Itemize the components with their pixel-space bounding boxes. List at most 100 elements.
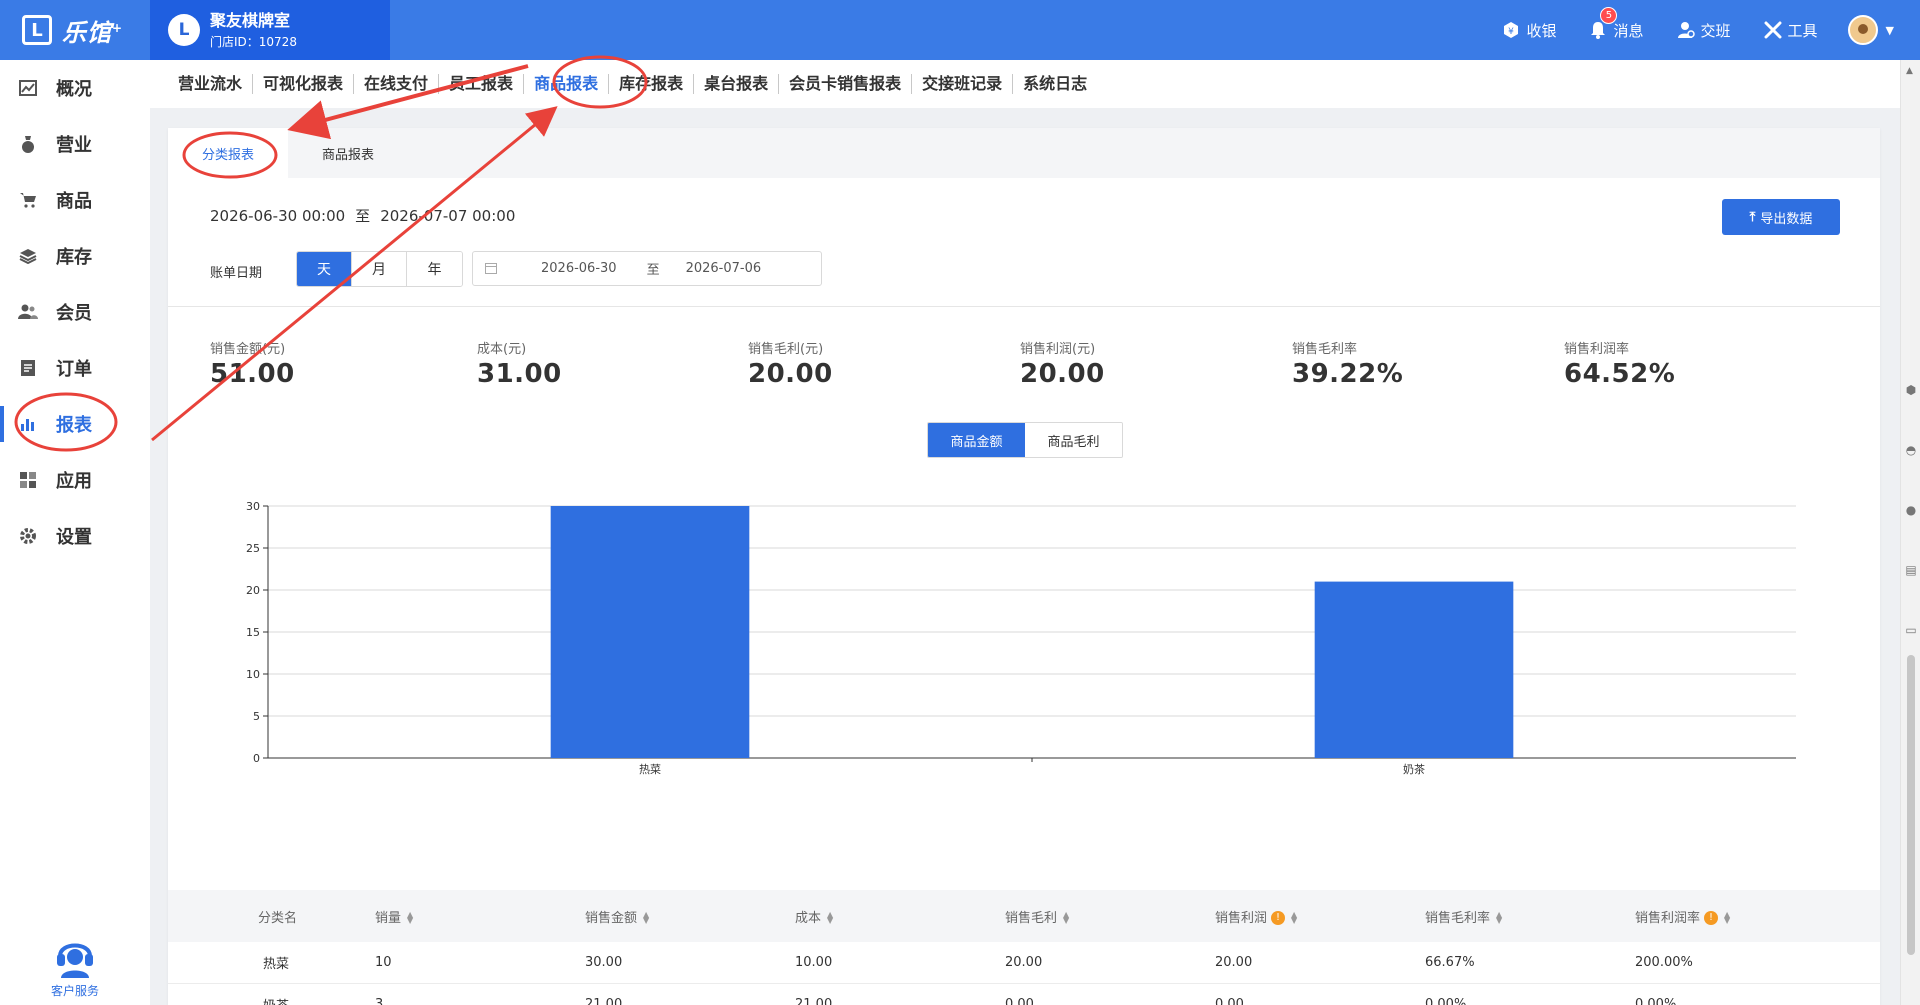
sidebar-item-inventory[interactable]: 库存 — [0, 228, 150, 284]
table-cell: 66.67% — [1425, 955, 1475, 970]
sidebar-item-member[interactable]: 会员 — [0, 284, 150, 340]
sidebar-item-settings[interactable]: 设置 — [0, 508, 150, 564]
subtab-category-report[interactable]: 分类报表 — [168, 128, 288, 178]
service-bell-icon[interactable]: ◓ — [1902, 420, 1920, 480]
sidebar-item-label: 订单 — [56, 359, 92, 380]
table-cell: 0.00% — [1425, 997, 1467, 1005]
brand-name: 乐馆+ — [62, 18, 124, 47]
stat-label: 销售利润率 — [1564, 342, 1630, 357]
sidebar-item-business[interactable]: 营业 — [0, 116, 150, 172]
sidebar-item-goods[interactable]: 商品 — [0, 172, 150, 228]
cashier-button[interactable]: ¥ 收银 — [1501, 20, 1556, 41]
sidebar-item-overview[interactable]: 概况 — [0, 60, 150, 116]
table-cell: 21.00 — [795, 997, 833, 1005]
stat-value: 31.00 — [477, 359, 562, 389]
sort-icon[interactable]: ▲ ▼ — [643, 911, 649, 925]
sidebar-item-apps[interactable]: 应用 — [0, 452, 150, 508]
stat-gross-profit: 销售毛利(元) 20.00 — [748, 338, 833, 389]
stat-value: 64.52% — [1564, 359, 1676, 389]
tab-goods-report[interactable]: 商品报表 — [524, 74, 610, 94]
granularity-toggle: 天 月 年 — [296, 251, 463, 287]
column-header[interactable]: 销售毛利率 ▲ ▼ — [1425, 907, 1635, 926]
member-icon — [18, 302, 38, 322]
sort-icon[interactable]: ▲ ▼ — [1724, 911, 1730, 925]
warning-icon[interactable]: ! — [1704, 911, 1719, 925]
date-range-picker[interactable]: 2026-06-30 至 2026-07-06 — [472, 251, 822, 286]
tab-system-log[interactable]: 系统日志 — [1013, 74, 1097, 94]
scroll-up-icon[interactable]: ▲ — [1906, 66, 1913, 76]
sort-icon[interactable]: ▲ ▼ — [827, 911, 833, 925]
tab-visual-report[interactable]: 可视化报表 — [253, 74, 355, 94]
column-header[interactable]: 销售毛利 ▲ ▼ — [1005, 907, 1215, 926]
shift-handover-button[interactable]: 交班 — [1676, 20, 1731, 41]
granularity-month-button[interactable]: 月 — [352, 252, 407, 286]
column-header[interactable]: 销售利润! ▲ ▼ — [1215, 907, 1425, 926]
caret-down-icon[interactable]: ▼ — [1886, 24, 1894, 37]
table-row: 热菜 10 30.00 10.00 20.00 20.00 66.67% 200.00% — [168, 942, 1880, 984]
store-switcher[interactable]: L 聚友棋牌室 门店ID：10728 — [150, 0, 390, 60]
sidebar-item-label: 商品 — [56, 191, 92, 212]
divider — [168, 306, 1880, 307]
tab-table-report[interactable]: 桌台报表 — [694, 74, 780, 94]
column-header[interactable]: 成本 ▲ ▼ — [795, 907, 1005, 926]
date-start-field[interactable]: 2026-06-30 — [541, 261, 617, 276]
messages-button[interactable]: 5 消息 — [1588, 6, 1644, 41]
tab-staff-report[interactable]: 员工报表 — [439, 74, 525, 94]
table-cell: 3 — [375, 997, 384, 1005]
users-icon[interactable]: ● — [1902, 480, 1920, 540]
warning-icon[interactable]: ! — [1271, 911, 1286, 925]
sidebar-item-label: 报表 — [56, 415, 92, 436]
tab-shift-records[interactable]: 交接班记录 — [912, 74, 1014, 94]
date-range-text: 2026-06-30 00:00 至 2026-07-07 00:00 — [210, 205, 515, 226]
stat-label: 销售毛利率 — [1292, 342, 1358, 357]
sort-icon[interactable]: ▲ ▼ — [1496, 911, 1502, 925]
bar — [550, 506, 750, 758]
tab-inventory-report[interactable]: 库存报表 — [609, 74, 695, 94]
brand-logo[interactable]: L 乐馆+ — [0, 0, 150, 60]
date-end-field[interactable]: 2026-07-06 — [686, 261, 762, 276]
column-header-label: 销售利润率 — [1635, 910, 1701, 926]
table-cell: 20.00 — [1215, 955, 1253, 970]
sort-icon[interactable]: ▲ ▼ — [1063, 911, 1069, 925]
table-cell: 30.00 — [585, 955, 623, 970]
column-header[interactable]: 销售金额 ▲ ▼ — [585, 907, 795, 926]
order-icon — [18, 358, 38, 378]
user-avatar[interactable] — [1847, 15, 1878, 45]
category-bar-chart: 0 5 10 15 20 25 30 热菜 奶茶 — [246, 500, 1796, 776]
card-icon[interactable]: ▭ — [1902, 600, 1920, 660]
table-cell: 20.00 — [1005, 955, 1043, 970]
scrollbar-thumb[interactable] — [1907, 655, 1915, 955]
export-data-button[interactable]: ⤒ 导出数据 — [1722, 199, 1840, 235]
message-count-badge: 5 — [1600, 6, 1618, 24]
column-header-label: 销售金额 — [585, 910, 638, 926]
table-row: 奶茶3 21.00 21.00 0.00 0.00 0.00% 0.00% — [168, 984, 1880, 1005]
category-table: 分类名 销量 ▲ ▼ 销售金额 ▲ ▼ 成本 ▲ ▼ 销售毛利 ▲ ▼ 销售利润! ▲ ▼ 销售毛利率 ▲ ▼ 销售利… — [168, 890, 1880, 1005]
cube-icon[interactable]: ⬢ — [1902, 360, 1920, 420]
column-header[interactable]: 销售利润率! ▲ ▼ — [1635, 907, 1880, 926]
x-tick-label: 奶茶 — [1403, 762, 1425, 776]
settings-icon — [18, 526, 38, 546]
tab-business-flow[interactable]: 营业流水 — [168, 74, 254, 94]
export-label: 导出数据 — [1760, 211, 1813, 227]
metric-amount-button[interactable]: 商品金额 — [928, 423, 1025, 457]
stat-label: 销售毛利(元) — [748, 342, 824, 357]
granularity-year-button[interactable]: 年 — [407, 252, 462, 286]
tools-button[interactable]: 工具 — [1763, 20, 1818, 41]
sidebar-item-report[interactable]: 报表 — [0, 396, 150, 452]
sub-tabs: 分类报表 商品报表 — [168, 128, 1880, 178]
sidebar-item-order[interactable]: 订单 — [0, 340, 150, 396]
sort-icon[interactable]: ▲ ▼ — [1291, 911, 1297, 925]
sort-icon[interactable]: ▲ ▼ — [407, 911, 413, 925]
range-separator: 至 — [355, 207, 371, 225]
tools-icon — [1763, 20, 1783, 40]
tab-online-payment[interactable]: 在线支付 — [354, 74, 440, 94]
y-tick-label: 0 — [253, 752, 260, 765]
cashier-label: 收银 — [1526, 21, 1557, 40]
customer-service[interactable]: 客户服务 — [0, 930, 150, 999]
column-header[interactable]: 销量 ▲ ▼ — [375, 907, 585, 926]
metric-gross-profit-button[interactable]: 商品毛利 — [1025, 423, 1122, 457]
granularity-day-button[interactable]: 天 — [297, 252, 352, 286]
subtab-goods-report[interactable]: 商品报表 — [288, 128, 408, 178]
tab-member-card-sales[interactable]: 会员卡销售报表 — [779, 74, 913, 94]
printer-icon[interactable]: ▤ — [1902, 540, 1920, 600]
